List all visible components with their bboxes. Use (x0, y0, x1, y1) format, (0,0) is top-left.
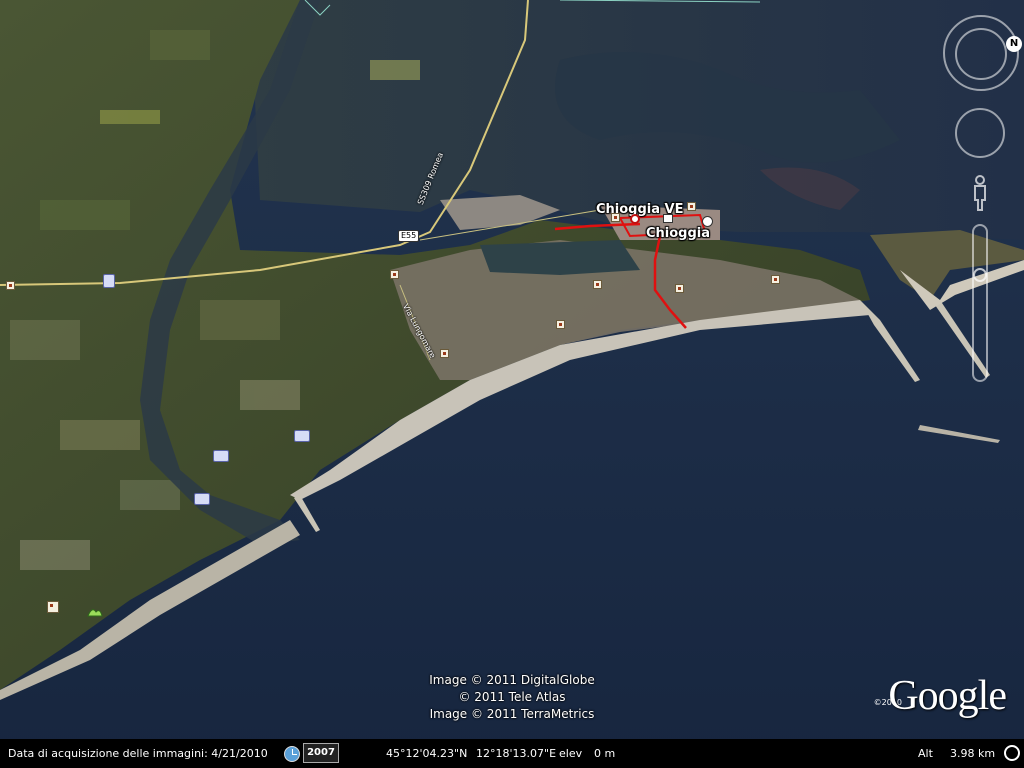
copyright-line: © 2011 Tele Atlas (458, 690, 566, 704)
poi-square-icon[interactable] (440, 349, 449, 358)
poi-square-icon[interactable] (593, 280, 602, 289)
map-view[interactable]: Chioggia VE Chioggia E55 SS309 Romea Via… (0, 0, 1024, 768)
poi-square-icon[interactable] (771, 275, 780, 284)
pegman-icon[interactable] (970, 174, 990, 214)
place-label-chioggia[interactable]: Chioggia (646, 226, 710, 241)
zoom-slider-knob[interactable] (973, 268, 987, 282)
hotel-icon[interactable] (103, 274, 115, 288)
altitude-value: 3.98 km (950, 747, 996, 760)
elevation-label: elev (559, 747, 583, 760)
satellite-imagery (0, 0, 1024, 768)
town-center-icon[interactable] (630, 214, 640, 224)
poi-square-icon[interactable] (47, 601, 59, 613)
poi-square-icon[interactable] (687, 202, 696, 211)
hotel-icon[interactable] (294, 430, 310, 442)
historical-imagery-clock-icon[interactable] (284, 746, 300, 762)
zoom-slider[interactable] (972, 224, 988, 382)
imagery-year-button[interactable]: 2007 (303, 743, 339, 763)
google-logo: Google (888, 673, 1007, 719)
copyright-line: Image © 2011 TerraMetrics (429, 707, 595, 721)
look-joystick[interactable] (955, 28, 1007, 80)
acquisition-date: Data di acquisizione delle immagini: 4/2… (8, 747, 268, 760)
longitude-readout: 12°18'13.07"E (476, 747, 557, 760)
poi-square-icon[interactable] (675, 284, 684, 293)
poi-square-icon[interactable] (611, 213, 620, 222)
camera-icon[interactable] (702, 216, 713, 227)
park-icon[interactable] (86, 604, 104, 620)
status-bar: Data di acquisizione delle immagini: 4/2… (0, 739, 1024, 768)
hotel-icon[interactable] (194, 493, 210, 505)
imagery-copyright: Image © 2011 DigitalGlobe © 2011 Tele At… (0, 672, 1024, 723)
hotel-icon[interactable] (213, 450, 229, 462)
poi-square-icon[interactable] (6, 281, 15, 290)
poi-square-icon[interactable] (556, 320, 565, 329)
poi-square-icon[interactable] (390, 270, 399, 279)
copyright-line: Image © 2011 DigitalGlobe (429, 673, 595, 687)
latitude-readout: 45°12'04.23"N (386, 747, 468, 760)
move-joystick[interactable] (955, 108, 1005, 158)
north-icon[interactable]: N (1006, 36, 1022, 52)
altitude-label: Alt (918, 747, 933, 760)
road-shield-e55[interactable]: E55 (398, 230, 420, 242)
streaming-indicator-icon (1004, 745, 1020, 761)
elevation-value: 0 m (594, 747, 616, 760)
museum-icon[interactable] (663, 214, 673, 223)
